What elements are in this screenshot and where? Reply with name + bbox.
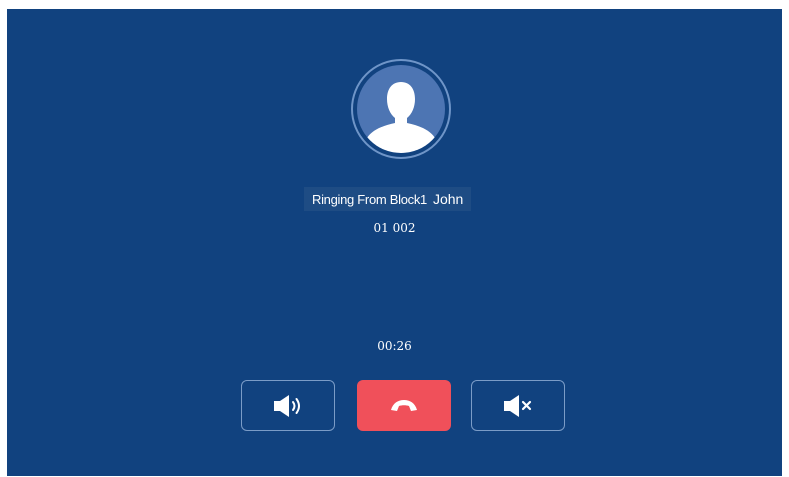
caller-number: 01 002 (373, 221, 416, 235)
phone-hangup-icon (391, 399, 417, 411)
caller-prefix: Ringing From Block1 (312, 191, 427, 207)
caller-label: Ringing From Block1 John (304, 187, 472, 211)
person-silhouette-icon (366, 82, 436, 153)
avatar-circle (357, 65, 445, 153)
call-timer: 00:26 (377, 339, 412, 353)
hangup-button[interactable] (357, 380, 451, 431)
speaker-button[interactable] (241, 380, 335, 431)
mute-button[interactable] (471, 380, 565, 431)
speaker-volume-icon (274, 394, 300, 417)
speaker-mute-icon (504, 394, 532, 417)
caller-avatar (351, 59, 451, 159)
caller-name: John (432, 191, 464, 207)
call-screen: Ringing From Block1 John 01 002 00:26 (7, 9, 782, 476)
